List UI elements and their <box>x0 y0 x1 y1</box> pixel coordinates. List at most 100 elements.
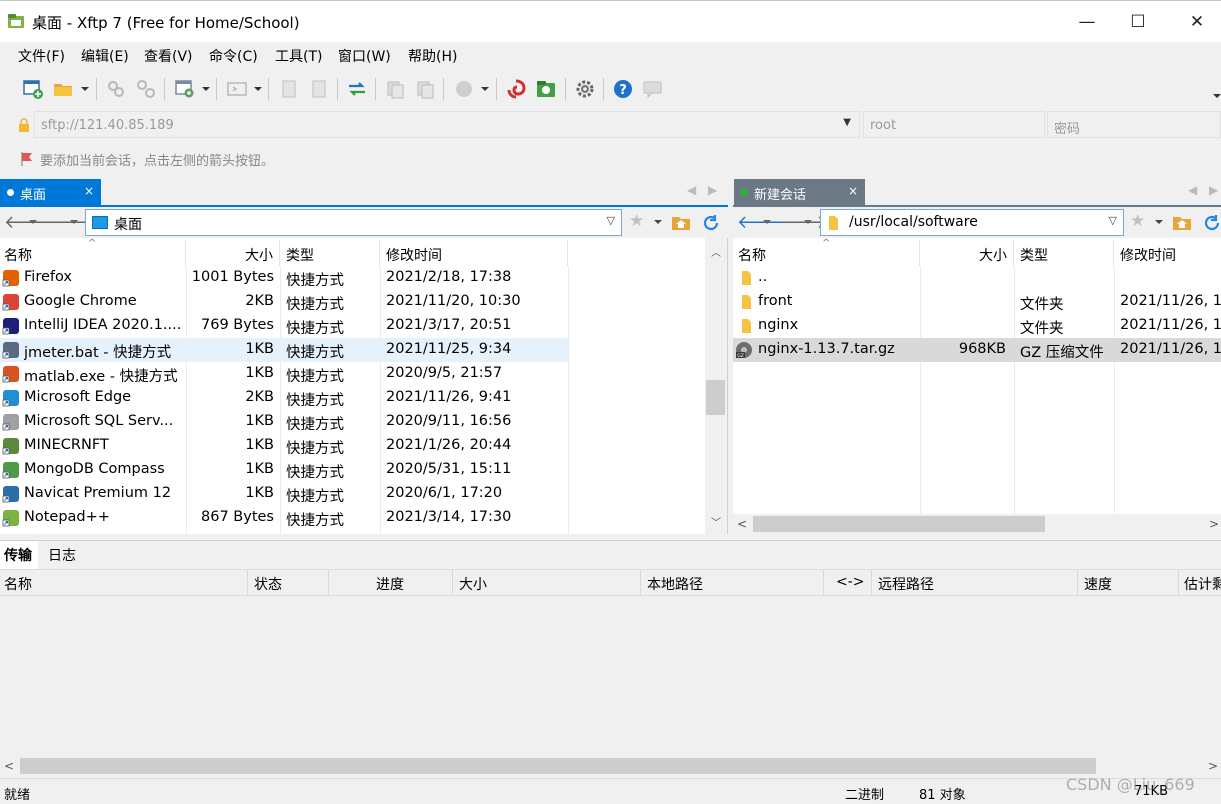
transfer-col-local-path[interactable]: 本地路径 <box>647 574 703 594</box>
new-session-icon[interactable] <box>22 78 44 100</box>
disconnect-icon[interactable] <box>135 78 157 100</box>
table-row[interactable]: Microsoft Edge 2KB 快捷方式 2021/11/26, 9:41 <box>0 386 568 410</box>
new-terminal-icon[interactable] <box>226 78 248 100</box>
close-tab-icon[interactable]: × <box>84 184 94 198</box>
encoding-dropdown-icon[interactable] <box>481 87 489 91</box>
menu-edit[interactable]: 编辑(E) <box>81 46 129 66</box>
close-tab-icon[interactable]: × <box>848 184 858 198</box>
refresh-icon[interactable] <box>1202 213 1221 233</box>
username-input[interactable]: root <box>863 111 1045 138</box>
table-row[interactable]: MongoDB Compass 1KB 快捷方式 2020/5/31, 15:11 <box>0 458 568 482</box>
local-path-input[interactable]: 桌面 ▽ <box>85 209 622 236</box>
tab-scroll-right-icon[interactable]: ▶ <box>708 183 717 197</box>
table-row[interactable]: jmeter.bat - 快捷方式 1KB 快捷方式 2021/11/25, 9:34 <box>0 338 568 362</box>
terminal-dropdown-icon[interactable] <box>254 87 262 91</box>
tab-remote-session[interactable]: 新建会话 × <box>734 179 865 206</box>
table-row[interactable]: nginx 文件夹 2021/11/26, 1 <box>733 314 1221 338</box>
forward-dropdown-icon[interactable] <box>804 220 812 224</box>
table-row[interactable]: Notepad++ 867 Bytes 快捷方式 2021/3/14, 17:30 <box>0 506 568 530</box>
properties-dropdown-icon[interactable] <box>202 87 210 91</box>
column-size[interactable]: 大小 <box>186 240 280 266</box>
favorite-dropdown-icon[interactable] <box>1155 220 1163 224</box>
host-dropdown-icon[interactable]: ▼ <box>843 117 851 128</box>
tab-scroll-right-icon[interactable]: ▶ <box>1209 183 1218 197</box>
table-row[interactable]: GZ nginx-1.13.7.tar.gz 968KB GZ 压缩文件 2021/11… <box>733 338 1221 362</box>
chevron-down-icon[interactable]: ▽ <box>1109 214 1117 227</box>
back-dropdown-icon[interactable] <box>763 220 771 224</box>
scroll-down-icon[interactable]: ﹀ <box>711 514 721 529</box>
menu-command[interactable]: 命令(C) <box>209 46 258 66</box>
transfer-col-status[interactable]: 状态 <box>254 574 282 594</box>
column-type[interactable]: 类型 <box>280 240 380 266</box>
chat-icon[interactable] <box>642 78 664 100</box>
tab-scroll-left-icon[interactable]: ◀ <box>687 183 696 197</box>
menu-file[interactable]: 文件(F) <box>18 46 65 66</box>
scrollbar-thumb[interactable] <box>706 380 725 415</box>
back-dropdown-icon[interactable] <box>29 220 37 224</box>
upload-icon[interactable] <box>308 78 330 100</box>
download-icon[interactable] <box>278 78 300 100</box>
settings-gear-icon[interactable] <box>574 78 596 100</box>
column-mtime[interactable]: 修改时间 <box>380 240 568 266</box>
favorite-star-icon[interactable]: ★ <box>1130 211 1145 231</box>
transfer-col-progress[interactable]: 进度 <box>376 574 404 594</box>
transfer-horizontal-scrollbar[interactable]: < > <box>0 756 1221 776</box>
favorite-dropdown-icon[interactable] <box>654 220 662 224</box>
table-row[interactable]: Navicat Premium 12 1KB 快捷方式 2020/6/1, 17:20 <box>0 482 568 506</box>
table-row[interactable]: Microsoft SQL Serv... 1KB 快捷方式 2020/9/11, 1… <box>0 410 568 434</box>
transfer-col-direction[interactable]: <-> <box>836 574 865 590</box>
local-vertical-scrollbar[interactable]: ︿ ﹀ <box>705 238 727 534</box>
scroll-up-icon[interactable]: ︿ <box>711 244 721 259</box>
open-dropdown-icon[interactable] <box>81 87 89 91</box>
home-folder-icon[interactable] <box>671 213 691 231</box>
table-row[interactable]: MINECRNFT 1KB 快捷方式 2021/1/26, 20:44 <box>0 434 568 458</box>
open-folder-icon[interactable] <box>52 78 74 100</box>
table-row[interactable]: IntelliJ IDEA 2020.1.... 769 Bytes 快捷方式 202… <box>0 314 568 338</box>
close-window-button[interactable]: ✕ <box>1174 7 1220 37</box>
tab-transfers[interactable]: 传输 <box>0 541 38 569</box>
transfer-col-name[interactable]: 名称 <box>4 574 32 594</box>
refresh-icon[interactable] <box>701 213 721 233</box>
menu-view[interactable]: 查看(V) <box>144 46 193 66</box>
xftp-icon[interactable] <box>535 78 557 100</box>
transfer-col-eta[interactable]: 估计剩 <box>1184 574 1221 594</box>
table-row[interactable]: matlab.exe - 快捷方式 1KB 快捷方式 2020/9/5, 21:57 <box>0 362 568 386</box>
scroll-right-icon[interactable]: > <box>1209 517 1219 531</box>
table-row[interactable]: Google Chrome 2KB 快捷方式 2021/11/20, 10:30 <box>0 290 568 314</box>
password-input[interactable]: 密码 <box>1047 111 1221 138</box>
column-mtime[interactable]: 修改时间 <box>1114 240 1221 266</box>
chevron-down-icon[interactable]: ▽ <box>607 214 615 227</box>
host-input[interactable]: sftp://121.40.85.189 ▼ <box>34 111 860 138</box>
favorite-star-icon[interactable]: ★ <box>629 211 644 231</box>
transfer-mode[interactable]: 二进制 <box>845 784 884 803</box>
forward-dropdown-icon[interactable] <box>70 220 78 224</box>
paste-icon[interactable] <box>414 78 436 100</box>
column-size[interactable]: 大小 <box>920 240 1014 266</box>
help-icon[interactable]: ? <box>612 78 634 100</box>
remote-path-input[interactable]: /usr/local/software ▽ <box>820 209 1124 236</box>
sync-transfer-icon[interactable] <box>346 78 368 100</box>
menu-tools[interactable]: 工具(T) <box>275 46 322 66</box>
scrollbar-thumb[interactable] <box>20 758 1096 774</box>
tab-local-desktop[interactable]: 桌面 × <box>0 179 101 206</box>
scroll-left-icon[interactable]: < <box>4 759 14 773</box>
xshell-icon[interactable] <box>505 78 527 100</box>
copy-icon[interactable] <box>384 78 406 100</box>
maximize-button[interactable]: ☐ <box>1115 7 1161 37</box>
remote-horizontal-scrollbar[interactable]: < > <box>733 514 1221 534</box>
scroll-left-icon[interactable]: < <box>737 517 747 531</box>
add-session-arrow-icon[interactable] <box>19 151 35 167</box>
menu-window[interactable]: 窗口(W) <box>338 46 391 66</box>
tab-scroll-left-icon[interactable]: ◀ <box>1188 183 1197 197</box>
transfer-col-speed[interactable]: 速度 <box>1084 574 1112 594</box>
table-row[interactable]: .. <box>733 266 1221 290</box>
home-folder-icon[interactable] <box>1172 213 1192 231</box>
session-properties-icon[interactable] <box>174 78 196 100</box>
table-row[interactable]: Firefox 1001 Bytes 快捷方式 2021/2/18, 17:38 <box>0 266 568 290</box>
toolbar-overflow-icon[interactable] <box>1213 94 1221 98</box>
minimize-button[interactable]: — <box>1064 7 1110 37</box>
table-row[interactable]: front 文件夹 2021/11/26, 1 <box>733 290 1221 314</box>
tab-log[interactable]: 日志 <box>48 545 76 565</box>
scrollbar-thumb[interactable] <box>753 516 1045 532</box>
transfer-col-remote-path[interactable]: 远程路径 <box>878 574 934 594</box>
